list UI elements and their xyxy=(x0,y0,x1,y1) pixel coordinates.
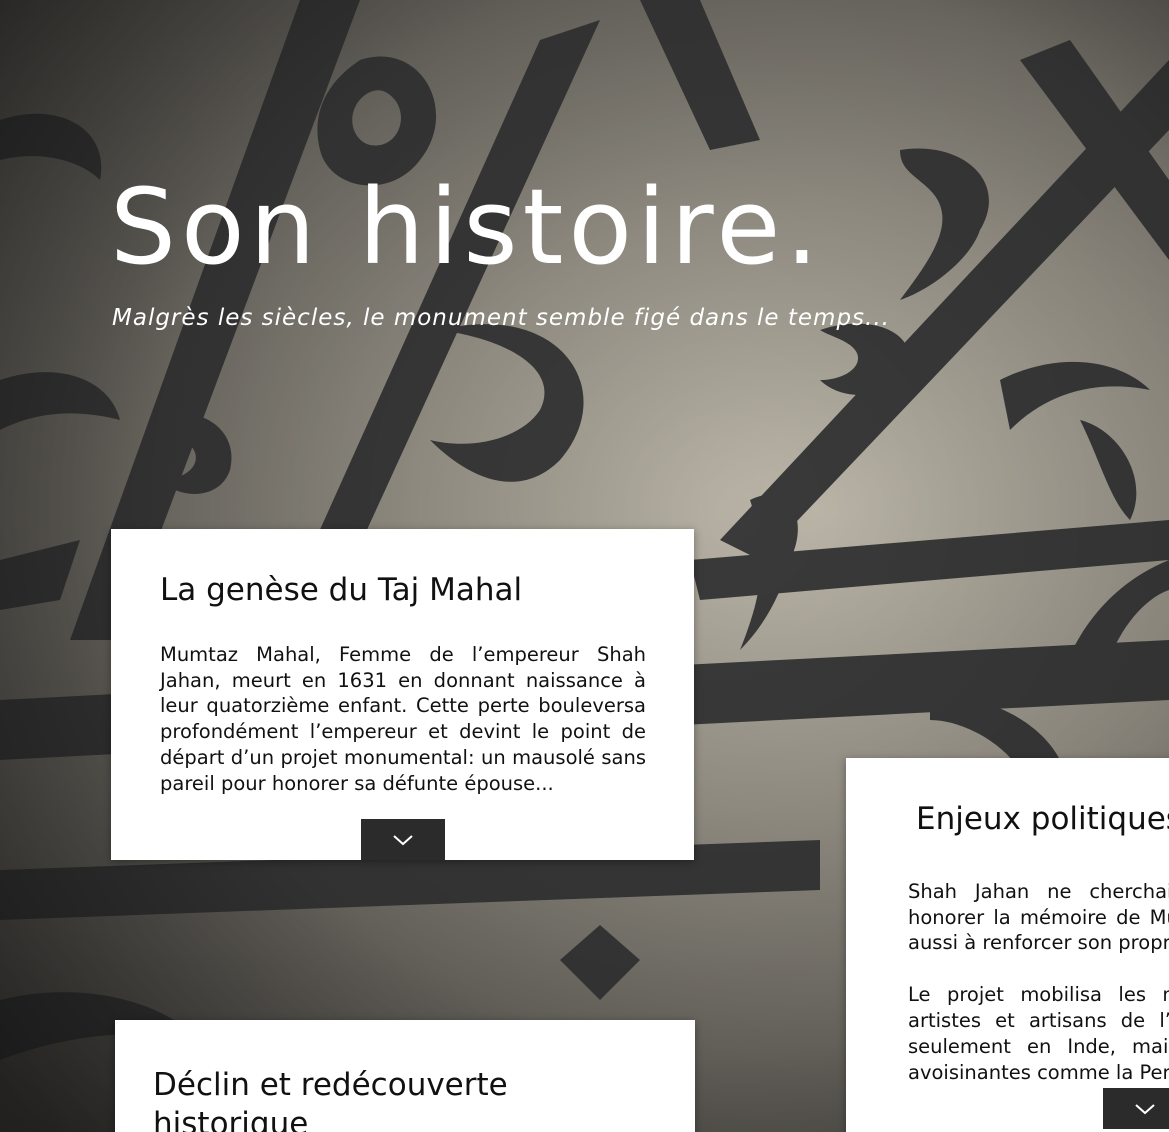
card-text: Le projet mobilisa les meilleurs archite… xyxy=(908,983,1169,1084)
history-card-genesis: La genèse du Taj Mahal Mumtaz Mahal, Fem… xyxy=(111,529,694,860)
expand-button[interactable] xyxy=(1103,1088,1169,1129)
history-card-decline: Déclin et redécouverte historique xyxy=(115,1020,695,1132)
card-title: Déclin et redécouverte historique xyxy=(153,1067,508,1132)
card-text: Shah Jahan ne cherchait pas seulement à … xyxy=(908,879,1169,955)
page: Son histoire. Malgrès les siècles, le mo… xyxy=(0,0,1169,1132)
card-text: Mumtaz Mahal, Femme de l’empereur Shah J… xyxy=(160,642,646,795)
card-title: Enjeux politiques xyxy=(916,801,1169,837)
chevron-down-icon xyxy=(1135,1103,1155,1114)
page-subtitle: Malgrès les siècles, le monument semble … xyxy=(112,305,890,331)
expand-button[interactable] xyxy=(361,819,445,860)
page-title: Son histoire. xyxy=(110,166,824,288)
chevron-down-icon xyxy=(393,834,413,845)
card-title: La genèse du Taj Mahal xyxy=(160,572,523,608)
history-card-politics: Enjeux politiques Shah Jahan ne cherchai… xyxy=(846,758,1169,1132)
